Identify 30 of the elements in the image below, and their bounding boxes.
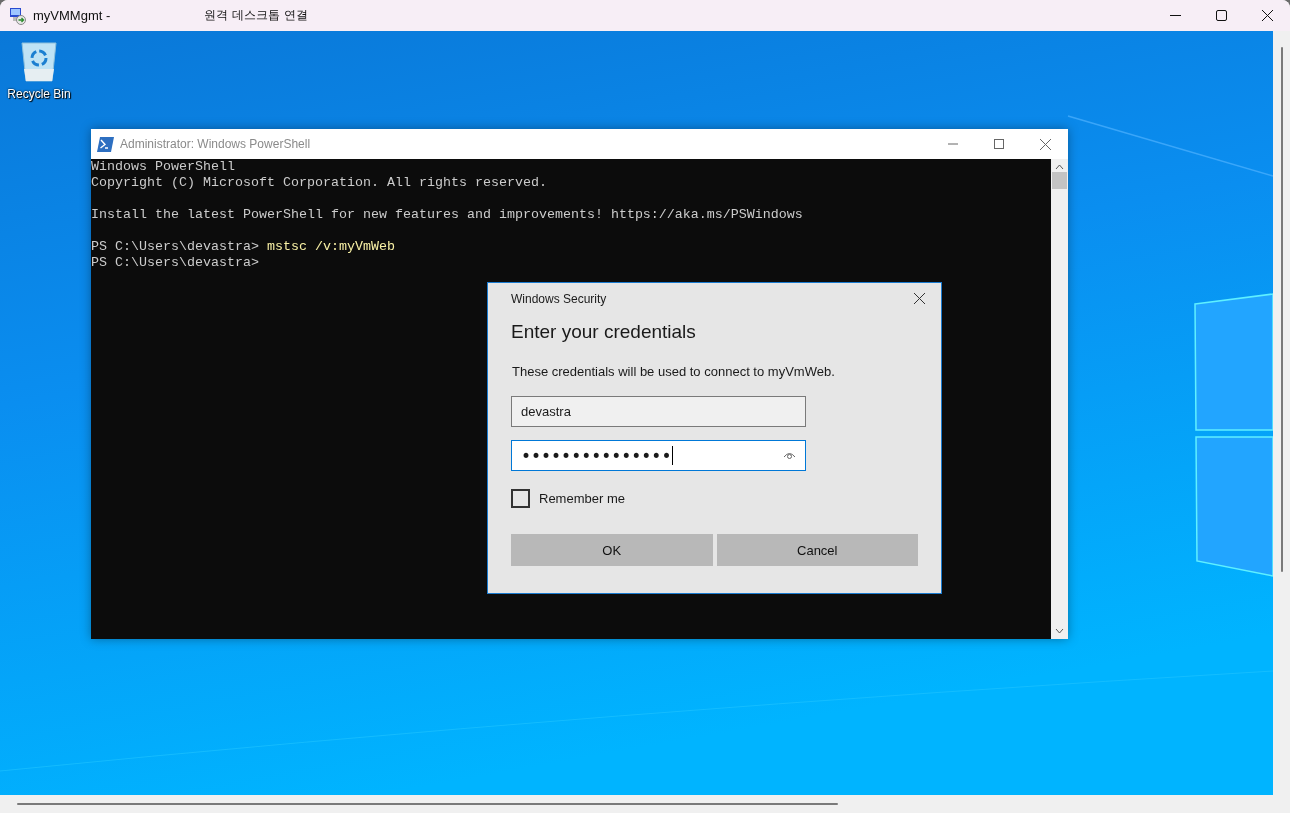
maximize-icon[interactable] — [1215, 10, 1227, 21]
powershell-icon — [97, 136, 114, 152]
close-icon[interactable] — [1261, 10, 1273, 21]
username-field[interactable]: devastra — [511, 396, 806, 427]
remember-checkbox[interactable] — [511, 489, 530, 508]
window-subtitle: 원격 데스크톱 연결 — [204, 7, 308, 24]
password-field[interactable]: ••••••••••••••• — [511, 440, 806, 471]
cancel-button[interactable]: Cancel — [716, 534, 918, 566]
dialog-title: Windows Security — [511, 291, 608, 306]
console-scrollbar[interactable] — [1051, 159, 1068, 639]
recycle-bin-label: Recycle Bin — [7, 87, 71, 101]
dialog-message: These credentials will be used to connect to myVmWeb. — [512, 364, 836, 379]
window-title: myVMMgmt - — [33, 8, 111, 23]
console-output-line: Copyright (C) Microsoft Corporation. All rights reserved. — [91, 175, 547, 190]
dialog-heading: Enter your credentials — [511, 320, 697, 344]
scroll-up-icon[interactable] — [1055, 164, 1064, 170]
powershell-title: Administrator: Windows PowerShell — [120, 137, 311, 151]
remote-desktop-icon — [9, 6, 27, 25]
recycle-bin-icon[interactable] — [19, 39, 59, 83]
console-prompt: PS C:\Users\devastra> — [91, 239, 259, 254]
remember-label: Remember me — [539, 491, 625, 506]
ok-button[interactable]: OK — [511, 534, 713, 566]
console-command: mstsc /v:myVmWeb — [266, 239, 395, 254]
reveal-password-icon[interactable] — [783, 451, 796, 460]
console-output-line: Install the latest PowerShell for new features and improvements! https://aka.ms/PSWindows — [91, 207, 803, 222]
console-prompt: PS C:\Users\devastra> — [91, 255, 259, 270]
console-output-line: Windows PowerShell — [91, 159, 235, 174]
scroll-down-icon[interactable] — [1055, 628, 1064, 634]
close-icon[interactable] — [914, 293, 925, 304]
scrollbar-thumb[interactable] — [1052, 172, 1067, 189]
